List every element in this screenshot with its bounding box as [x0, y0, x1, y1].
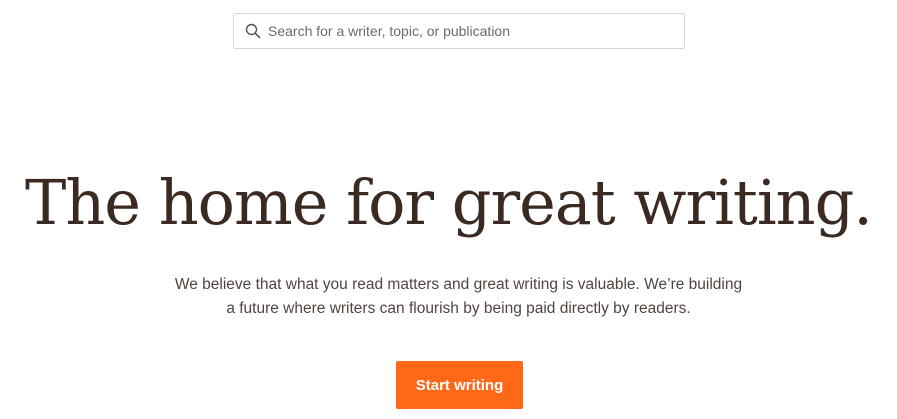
search-input[interactable]	[268, 14, 684, 48]
search-icon	[244, 22, 262, 40]
hero-subtitle-line-2: a future where writers can flourish by b…	[226, 300, 691, 317]
landing-page: The home for great writing. We believe t…	[0, 0, 897, 419]
hero-subtitle-line-1: We believe that what you read matters an…	[174, 276, 743, 293]
hero-title: The home for great writing.	[25, 166, 873, 239]
search-bar[interactable]	[233, 13, 685, 49]
start-writing-button[interactable]: Start writing	[396, 361, 523, 409]
hero-subtitle: We believe that what you read matters an…	[140, 273, 777, 321]
